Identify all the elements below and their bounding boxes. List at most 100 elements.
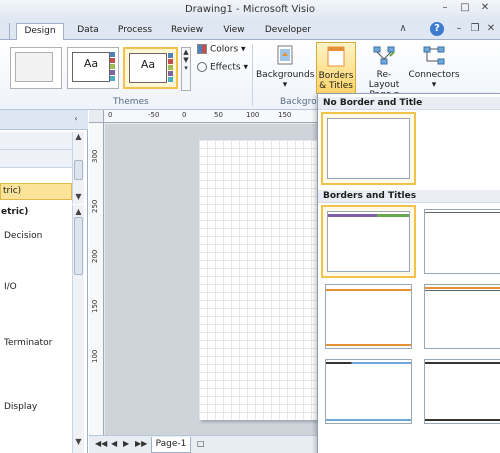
stencil-row[interactable]: [0, 132, 72, 150]
gallery-page-preview: [327, 118, 410, 179]
gallery-section-header: No Border and Title: [318, 97, 500, 110]
gallery-item-border[interactable]: [420, 205, 500, 278]
ruler-tick-label: 0: [108, 111, 113, 119]
theme-simple[interactable]: Aa: [67, 47, 119, 89]
theme-swatches: [110, 52, 115, 82]
doc-close-button[interactable]: ✕: [484, 23, 498, 35]
borders-titles-icon: [327, 46, 345, 67]
gallery-item-border[interactable]: [321, 205, 416, 278]
theme-selected[interactable]: Aa: [123, 47, 178, 89]
scroll-up-icon[interactable]: ▲: [74, 207, 83, 216]
effects-icon: [197, 62, 207, 72]
doc-restore-button[interactable]: ❐: [468, 23, 482, 35]
connectors-icon: [423, 46, 445, 65]
drawing-page[interactable]: [199, 140, 317, 420]
gallery-page-preview: [327, 211, 410, 272]
effects-label: Effects: [210, 62, 241, 73]
stencil-selected[interactable]: tric): [0, 183, 72, 200]
scroll-down-icon[interactable]: ▼: [74, 192, 83, 201]
title-band: [326, 419, 411, 421]
borders-titles-button[interactable]: Borders & Titles ▾: [316, 42, 356, 101]
ribbon-tabs: Design Data Process Review View Develope…: [0, 20, 500, 41]
scroll-thumb[interactable]: [74, 160, 83, 180]
close-button[interactable]: ✕: [478, 2, 492, 14]
gallery-item-border[interactable]: [321, 280, 416, 353]
colors-button[interactable]: Colors ▾: [197, 44, 246, 55]
backgrounds-button[interactable]: Backgrounds ▾: [256, 42, 314, 94]
last-page-icon[interactable]: ▶▶: [135, 439, 147, 448]
tab-review[interactable]: Review: [164, 23, 210, 40]
title-band: [425, 287, 500, 289]
next-page-icon[interactable]: ▶: [123, 439, 129, 448]
gallery-page-preview: [424, 359, 500, 424]
file-tab-edge[interactable]: [0, 23, 10, 40]
tab-design[interactable]: Design: [16, 23, 64, 41]
first-page-icon[interactable]: ◀◀: [95, 439, 107, 448]
themes-group-label: Themes: [113, 97, 149, 107]
horizontal-ruler: 0 -50 0 50 100 150: [104, 110, 317, 123]
theme-swatches: [168, 53, 173, 83]
shape-decision[interactable]: Decision: [4, 231, 42, 241]
effects-button[interactable]: Effects ▾: [197, 62, 248, 73]
help-icon[interactable]: ?: [430, 22, 444, 36]
title-band: [326, 362, 411, 364]
gallery-page-preview: [325, 359, 412, 424]
tab-data[interactable]: Data: [70, 23, 106, 40]
gallery-item-border[interactable]: [420, 355, 500, 428]
stencil-row[interactable]: [0, 150, 72, 168]
gallery-page-preview: [424, 284, 500, 349]
window-title: Drawing1 - Microsoft Visio: [184, 4, 316, 15]
colors-icon: [197, 44, 207, 54]
shape-terminator[interactable]: Terminator: [4, 338, 52, 348]
theme-preview: [15, 52, 53, 82]
gallery-section-header: Borders and Titles: [318, 190, 500, 203]
gallery-item-border[interactable]: [420, 280, 500, 353]
relayout-icon: [373, 46, 395, 65]
doc-minimize-button[interactable]: –: [452, 23, 466, 35]
relayout-page-button[interactable]: Re-Layout Page ▾: [362, 42, 406, 100]
title-band: [425, 212, 500, 213]
insert-page-icon[interactable]: □: [197, 439, 205, 448]
colors-label: Colors: [210, 44, 239, 55]
vertical-ruler: 300 250 200 150 100: [89, 123, 104, 435]
shape-display[interactable]: Display: [4, 402, 37, 412]
ruler-tick-label: 50: [214, 111, 223, 119]
shapes-scrollbar[interactable]: ▲ ▼: [72, 205, 84, 453]
theme-none[interactable]: [10, 47, 62, 89]
maximize-button[interactable]: □: [458, 2, 472, 14]
connectors-button[interactable]: Connectors ▾: [408, 42, 460, 94]
theme-preview: Aa: [129, 53, 167, 83]
ruler-tick-label: 300: [91, 149, 99, 163]
relayout-label-1: Re-Layout: [368, 70, 400, 90]
theme-preview: Aa: [72, 52, 110, 82]
title-band: [326, 344, 411, 346]
scroll-up-icon[interactable]: ▲: [74, 132, 83, 141]
title-band: [376, 214, 409, 217]
collapse-panel-icon[interactable]: ‹: [70, 114, 82, 123]
borders-label-2: & Titles: [319, 81, 353, 91]
minimize-button[interactable]: –: [438, 2, 452, 14]
ruler-corner: [89, 110, 104, 123]
borders-label-1: Borders: [318, 71, 354, 81]
gallery-page-preview: [424, 209, 500, 274]
stencil-scrollbar[interactable]: ▲ ▼: [72, 132, 84, 204]
scroll-down-icon[interactable]: ▼: [74, 437, 83, 446]
ribbon-minimize-icon[interactable]: ∧: [396, 23, 410, 35]
page-tab[interactable]: Page-1: [151, 437, 191, 453]
ruler-tick-label: -50: [148, 111, 160, 119]
scroll-thumb[interactable]: [74, 217, 83, 275]
theme-gallery-scroll[interactable]: ▲ ▼ ▾: [181, 47, 191, 91]
tab-developer[interactable]: Developer: [258, 23, 318, 40]
gallery-item-border[interactable]: [321, 355, 416, 428]
tab-view[interactable]: View: [214, 23, 254, 40]
ruler-tick-label: 150: [278, 111, 292, 119]
ruler-tick-label: 0: [182, 111, 187, 119]
prev-page-icon[interactable]: ◀: [111, 439, 117, 448]
shape-io[interactable]: I/O: [4, 282, 17, 292]
backgrounds-label: Backgrounds: [256, 70, 315, 80]
connectors-label: Connectors: [408, 70, 460, 80]
gallery-item-no-border[interactable]: [321, 112, 416, 185]
tab-process[interactable]: Process: [110, 23, 160, 40]
title-band: [425, 290, 500, 291]
page-navigation-bar: ◀◀ ◀ ▶ ▶▶ Page-1 □: [89, 435, 317, 453]
